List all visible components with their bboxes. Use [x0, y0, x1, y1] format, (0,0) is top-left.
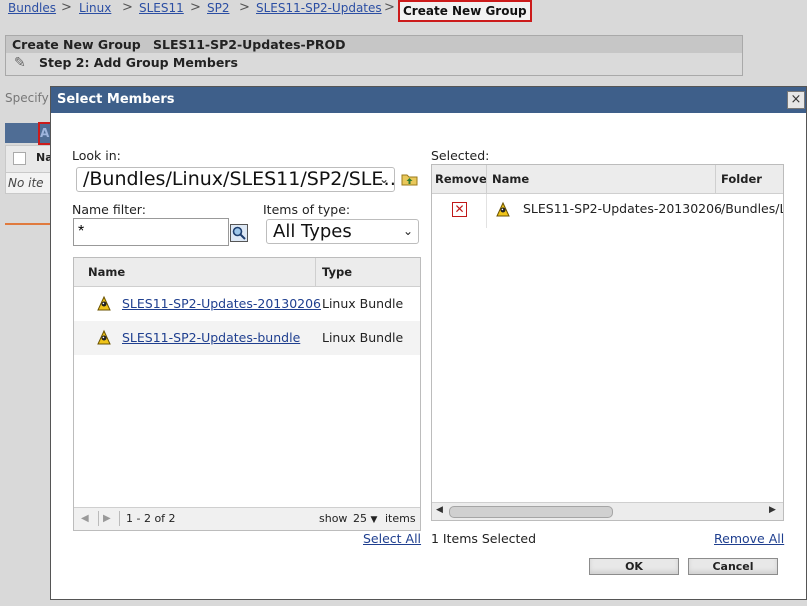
- horizontal-scrollbar[interactable]: ◀ ▶: [432, 502, 783, 520]
- column-divider: [715, 165, 716, 193]
- pagination-bar: ◀ ▶ 1 - 2 of 2 show 25 ▼ items: [74, 507, 420, 530]
- look-in-value: /Bundles/Linux/SLES11/SP2/SLE…: [83, 168, 395, 190]
- show-label: show: [319, 512, 348, 525]
- cancel-button[interactable]: Cancel: [688, 558, 778, 575]
- pager-divider: [98, 511, 99, 526]
- dialog-title: Select Members: [57, 92, 175, 107]
- breadcrumb-separator: >: [122, 0, 133, 15]
- look-in-label: Look in:: [72, 148, 121, 163]
- breadcrumb-sp2[interactable]: SP2: [207, 1, 230, 15]
- bundle-type: Linux Bundle: [322, 330, 404, 345]
- breadcrumb-separator: >: [239, 0, 250, 15]
- close-icon[interactable]: ×: [787, 91, 805, 109]
- wizard-wand-icon: ✎: [14, 55, 26, 71]
- select-members-dialog: Select Members × Look in: /Bundles/Linux…: [50, 86, 807, 600]
- column-divider: [315, 258, 316, 286]
- members-table-columns: Na: [5, 145, 53, 173]
- breadcrumb-bundles[interactable]: Bundles: [8, 1, 56, 15]
- dialog-titlebar[interactable]: Select Members ×: [51, 87, 806, 113]
- linux-bundle-icon: [97, 295, 111, 311]
- search-icon[interactable]: [230, 224, 248, 242]
- next-page-icon[interactable]: ▶: [103, 513, 111, 524]
- items-selected-count: 1 Items Selected: [431, 531, 537, 546]
- bundle-name-link[interactable]: SLES11-SP2-Updates-bundle: [122, 330, 300, 345]
- linux-bundle-icon: [97, 329, 111, 345]
- col-remove[interactable]: Remove: [435, 172, 487, 186]
- selected-item-name: SLES11-SP2-Updates-20130206: [523, 201, 722, 216]
- col-name[interactable]: Name: [492, 172, 529, 186]
- group-name: SLES11-SP2-Updates-PROD: [153, 37, 346, 52]
- table-row: ✕ SLES11-SP2-Updates-20130206 /Bundles/L: [432, 194, 783, 228]
- chevron-down-icon: ⌄: [378, 172, 389, 186]
- col-folder[interactable]: Folder: [721, 172, 762, 186]
- scroll-right-icon[interactable]: ▶: [769, 505, 776, 515]
- selected-grid: Remove Name Folder ✕ SLES11-SP2-Updates-…: [431, 164, 784, 521]
- group-header: Create New Group SLES11-SP2-Updates-PROD: [5, 35, 743, 54]
- select-all-checkbox[interactable]: [13, 152, 26, 165]
- breadcrumb-separator: >: [384, 0, 395, 15]
- specify-text: Specify: [5, 91, 49, 105]
- select-all-link[interactable]: Select All: [363, 531, 421, 546]
- page-size-select[interactable]: 25 ▼: [353, 512, 377, 525]
- bundle-type: Linux Bundle: [322, 296, 404, 311]
- selected-item-folder: /Bundles/L: [721, 201, 784, 216]
- remove-all-link[interactable]: Remove All: [714, 531, 784, 546]
- browse-grid-header: Name Type: [74, 258, 420, 287]
- items-of-type-value: All Types: [273, 221, 352, 242]
- name-filter-input[interactable]: [73, 218, 229, 246]
- members-table-empty: No ite: [5, 172, 53, 194]
- browse-grid: Name Type SLES11-SP2-Updates-20130206 Li…: [73, 257, 421, 531]
- prev-page-icon[interactable]: ◀: [81, 513, 89, 524]
- selected-label: Selected:: [431, 148, 490, 163]
- items-of-type-select[interactable]: All Types ⌄: [266, 219, 419, 244]
- breadcrumb-linux[interactable]: Linux: [79, 1, 111, 15]
- page-range: 1 - 2 of 2: [126, 512, 176, 525]
- step-title: Step 2: Add Group Members: [39, 55, 238, 70]
- scroll-left-icon[interactable]: ◀: [436, 505, 443, 515]
- page-size-value: 25: [353, 512, 367, 525]
- table-row[interactable]: SLES11-SP2-Updates-20130206 Linux Bundle: [74, 287, 420, 321]
- breadcrumb-current: Create New Group: [398, 0, 532, 22]
- look-in-select[interactable]: /Bundles/Linux/SLES11/SP2/SLE… ⌄: [76, 167, 395, 192]
- bundle-name-link[interactable]: SLES11-SP2-Updates-20130206: [122, 296, 321, 311]
- divider: [5, 223, 51, 225]
- breadcrumb: Bundles > Linux > SLES11 > SP2 > SLES11-…: [0, 0, 807, 22]
- breadcrumb-separator: >: [190, 0, 201, 15]
- breadcrumb-sles11[interactable]: SLES11: [139, 1, 184, 15]
- group-header-title: Create New Group: [12, 37, 141, 52]
- col-type[interactable]: Type: [322, 265, 352, 279]
- breadcrumb-sles11-sp2-updates[interactable]: SLES11-SP2-Updates: [256, 1, 382, 15]
- remove-icon[interactable]: ✕: [452, 202, 467, 217]
- chevron-down-icon: ⌄: [402, 224, 413, 238]
- breadcrumb-separator: >: [61, 0, 72, 15]
- items-label: items: [385, 512, 416, 525]
- pager-divider: [119, 511, 120, 526]
- col-name[interactable]: Name: [88, 265, 125, 279]
- ok-button[interactable]: OK: [589, 558, 679, 575]
- step-bar: ✎ Step 2: Add Group Members: [5, 53, 743, 76]
- linux-bundle-icon: [496, 201, 510, 217]
- scrollbar-thumb[interactable]: [449, 506, 613, 518]
- folder-up-icon[interactable]: [401, 172, 418, 186]
- chevron-down-icon: ▼: [370, 515, 378, 525]
- column-divider: [486, 165, 487, 193]
- items-of-type-label: Items of type:: [263, 202, 351, 217]
- column-divider: [486, 194, 487, 228]
- table-row[interactable]: SLES11-SP2-Updates-bundle Linux Bundle: [74, 321, 420, 355]
- selected-grid-header: Remove Name Folder: [432, 165, 783, 194]
- name-filter-label: Name filter:: [72, 202, 146, 217]
- no-items-text: No ite: [8, 176, 44, 190]
